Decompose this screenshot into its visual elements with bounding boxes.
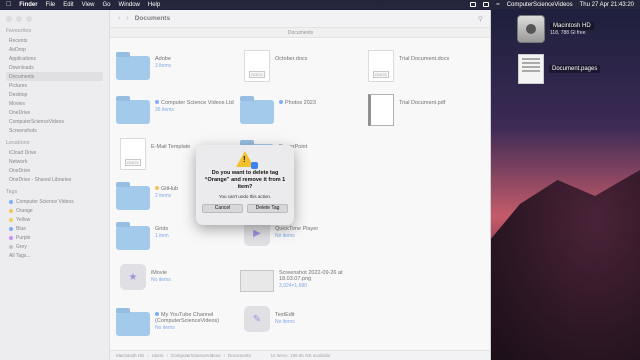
menu-view[interactable]: View <box>82 2 95 8</box>
apple-menu-icon[interactable]:  <box>6 1 11 8</box>
wifi-icon[interactable]: ≈ <box>496 2 499 8</box>
menubar-user[interactable]: ComputerScienceVideos <box>507 2 573 8</box>
desktop-item-sub: 118, 788 Gl free <box>550 30 586 36</box>
dialog-buttons: Cancel Delete Tag <box>202 203 288 213</box>
menu-help[interactable]: Help <box>148 2 160 8</box>
desktop-item-macintosh-hd[interactable]: Macintosh HD 118, 788 Gl free <box>517 15 594 43</box>
desktop-item-label: Document.pages <box>549 65 601 73</box>
menu-bar:  Finder File Edit View Go Window Help ≈… <box>0 0 640 9</box>
wallpaper-island <box>490 170 640 360</box>
menu-file[interactable]: File <box>46 2 56 8</box>
hard-drive-icon <box>517 15 545 43</box>
status-icon[interactable] <box>470 2 477 7</box>
menu-app-name[interactable]: Finder <box>19 2 37 8</box>
warning-icon: ! <box>236 151 258 169</box>
finder-badge-icon <box>251 162 258 169</box>
document-thumbnail-icon <box>518 54 544 84</box>
menu-go[interactable]: Go <box>103 2 111 8</box>
battery-icon[interactable] <box>483 2 490 7</box>
delete-tag-button[interactable]: Delete Tag <box>247 203 288 213</box>
menu-edit[interactable]: Edit <box>63 2 73 8</box>
dialog-message: You can't undo this action. <box>218 193 272 199</box>
desktop-item-document-pages[interactable]: Document.pages <box>518 54 601 84</box>
desktop-item-label: Macintosh HD <box>550 22 594 30</box>
delete-tag-dialog: ! Do you want to delete tag “Orange” and… <box>196 145 294 225</box>
dialog-title: Do you want to delete tag “Orange” and r… <box>204 170 286 190</box>
menubar-clock[interactable]: Thu 27 Apr 21:43:20 <box>580 2 634 8</box>
menu-window[interactable]: Window <box>119 2 140 8</box>
cancel-button[interactable]: Cancel <box>202 203 243 213</box>
